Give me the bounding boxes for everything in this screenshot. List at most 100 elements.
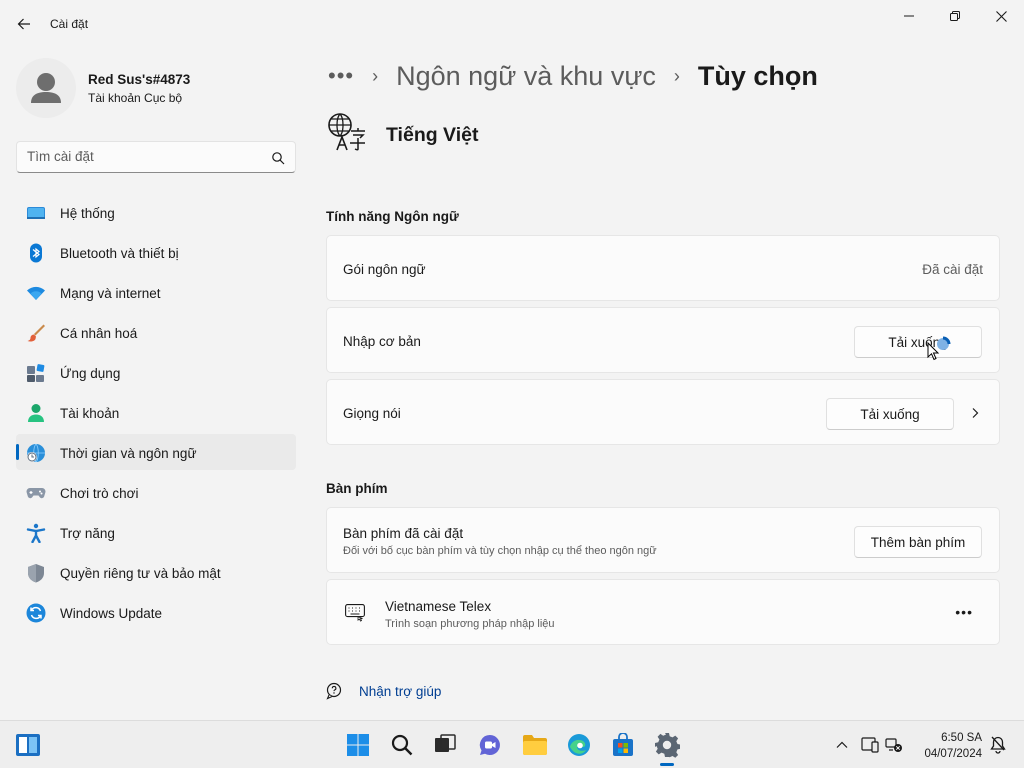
sidebar-item-bluetooth[interactable]: Bluetooth và thiết bị — [16, 234, 296, 270]
sidebar-item-label: Mạng và internet — [60, 286, 161, 301]
sidebar-item-label: Thời gian và ngôn ngữ — [60, 446, 197, 461]
user-profile[interactable]: Red Sus's#4873 Tài khoản Cục bộ — [16, 56, 296, 120]
folder-icon — [523, 735, 547, 755]
language-pack-label: Gói ngôn ngữ — [343, 262, 426, 277]
teams-chat-button[interactable] — [476, 731, 504, 759]
chevron-right-icon — [972, 408, 979, 418]
brush-icon — [27, 324, 45, 342]
chevron-up-icon — [836, 741, 848, 748]
speech-label: Giọng nói — [343, 406, 401, 421]
microsoft-store-button[interactable] — [609, 731, 637, 759]
back-button[interactable] — [8, 8, 40, 40]
sidebar-item-personalization[interactable]: Cá nhân hoá — [16, 314, 296, 350]
device-tray-button[interactable] — [860, 735, 880, 755]
installed-keyboards-card: Bàn phím đã cài đặt Đối với bố cục bàn p… — [326, 507, 1000, 573]
show-hidden-icons-button[interactable] — [832, 735, 852, 755]
installed-keyboards-label: Bàn phím đã cài đặt — [343, 526, 464, 541]
sidebar-item-network[interactable]: Mạng và internet — [16, 274, 296, 310]
store-icon — [613, 733, 633, 756]
keyboard-item-name: Vietnamese Telex — [385, 599, 492, 614]
speech-download-button[interactable]: Tải xuống — [826, 398, 954, 430]
sidebar-item-system[interactable]: Hệ thống — [16, 194, 296, 230]
sidebar-item-label: Tài khoản — [60, 406, 120, 421]
settings-search-box[interactable] — [16, 141, 296, 173]
language-icon — [328, 113, 365, 151]
settings-app-button[interactable] — [653, 731, 681, 759]
update-icon — [26, 603, 46, 623]
chat-icon — [479, 734, 500, 755]
taskbar-clock[interactable]: 6:50 SA 04/07/2024 — [912, 730, 982, 762]
sidebar-item-accessibility[interactable]: Trợ năng — [16, 514, 296, 550]
button-label: Tải xuống — [860, 406, 920, 422]
network-tray-button[interactable] — [884, 735, 904, 755]
wifi-icon — [27, 286, 45, 300]
help-chat-icon — [326, 682, 342, 700]
widgets-button[interactable] — [14, 731, 42, 759]
monitor-icon — [27, 207, 45, 219]
get-help-label: Nhận trợ giúp — [359, 684, 442, 699]
keyboard-item-card: Vietnamese Telex Trình soạn phương pháp … — [326, 579, 1000, 645]
minimize-button[interactable] — [886, 0, 932, 32]
task-view-icon — [435, 734, 456, 752]
basic-typing-label: Nhập cơ bản — [343, 334, 421, 349]
task-view-button[interactable] — [431, 731, 459, 759]
chevron-right-icon: › — [673, 65, 680, 86]
sidebar-item-label: Ứng dụng — [60, 366, 121, 381]
sidebar-item-apps[interactable]: Ứng dụng — [16, 354, 296, 390]
bluetooth-icon — [30, 243, 42, 263]
breadcrumb-parent-link[interactable]: Ngôn ngữ và khu vực — [396, 61, 656, 92]
title-bar: Cài đặt — [0, 0, 1024, 48]
loading-spinner-icon — [937, 336, 951, 350]
sidebar-item-label: Windows Update — [60, 606, 163, 621]
sidebar-item-label: Bluetooth và thiết bị — [60, 246, 179, 261]
accessibility-icon — [26, 523, 46, 543]
maximize-button[interactable] — [932, 0, 978, 32]
basic-typing-download-button[interactable]: Tải xuống — [854, 326, 982, 358]
breadcrumb-more-button[interactable]: ••• — [328, 63, 354, 89]
taskbar: 6:50 SA 04/07/2024 — [0, 720, 1024, 768]
restore-icon — [950, 11, 960, 21]
more-options-button[interactable]: ••• — [955, 604, 973, 620]
taskbar-search-button[interactable] — [388, 731, 416, 759]
sidebar-item-gaming[interactable]: Chơi trò chơi — [16, 474, 296, 510]
globe-clock-icon — [27, 443, 45, 463]
sidebar-item-windows-update[interactable]: Windows Update — [16, 594, 296, 630]
windows-start-icon — [347, 734, 369, 756]
notifications-button[interactable] — [988, 735, 1008, 755]
button-label: Thêm bàn phím — [870, 534, 966, 550]
file-explorer-button[interactable] — [521, 731, 549, 759]
section-title-language-features: Tính năng Ngôn ngữ — [326, 209, 459, 224]
basic-typing-card: Nhập cơ bản Tải xuống — [326, 307, 1000, 373]
search-icon[interactable] — [271, 151, 285, 165]
speech-card[interactable]: Giọng nói Tải xuống — [326, 379, 1000, 445]
close-icon — [995, 10, 1007, 22]
search-input[interactable] — [27, 149, 257, 164]
language-title: Tiếng Việt — [386, 124, 479, 146]
section-title-keyboard: Bàn phím — [326, 481, 388, 496]
breadcrumb: ••• › Ngôn ngữ và khu vực › Tùy chọn — [328, 58, 818, 94]
person-icon — [28, 404, 44, 422]
sidebar-item-accounts[interactable]: Tài khoản — [16, 394, 296, 430]
language-pack-status: Đã cài đặt — [922, 262, 983, 277]
clock-date: 04/07/2024 — [924, 748, 982, 760]
sidebar-item-label: Hệ thống — [60, 206, 115, 221]
search-icon — [391, 734, 413, 756]
sidebar-item-label: Chơi trò chơi — [60, 486, 139, 501]
minimize-icon — [904, 15, 914, 17]
gamepad-icon — [26, 488, 46, 499]
edge-icon — [568, 734, 590, 756]
widgets-icon — [16, 734, 40, 756]
active-app-indicator — [660, 763, 674, 766]
sidebar-item-privacy[interactable]: Quyền riêng tư và bảo mật — [16, 554, 296, 590]
add-keyboard-button[interactable]: Thêm bàn phím — [854, 526, 982, 558]
sidebar-item-time-language[interactable]: Thời gian và ngôn ngữ — [16, 434, 296, 470]
start-button[interactable] — [344, 731, 372, 759]
clock-time: 6:50 SA — [941, 732, 982, 744]
close-button[interactable] — [978, 0, 1024, 32]
installed-keyboards-description: Đối với bố cục bàn phím và tùy chọn nhập… — [343, 545, 657, 557]
sidebar-item-label: Quyền riêng tư và bảo mật — [60, 566, 221, 581]
avatar — [16, 58, 76, 118]
edge-browser-button[interactable] — [565, 731, 593, 759]
account-type: Tài khoản Cục bộ — [88, 91, 183, 105]
apps-icon — [27, 364, 45, 382]
